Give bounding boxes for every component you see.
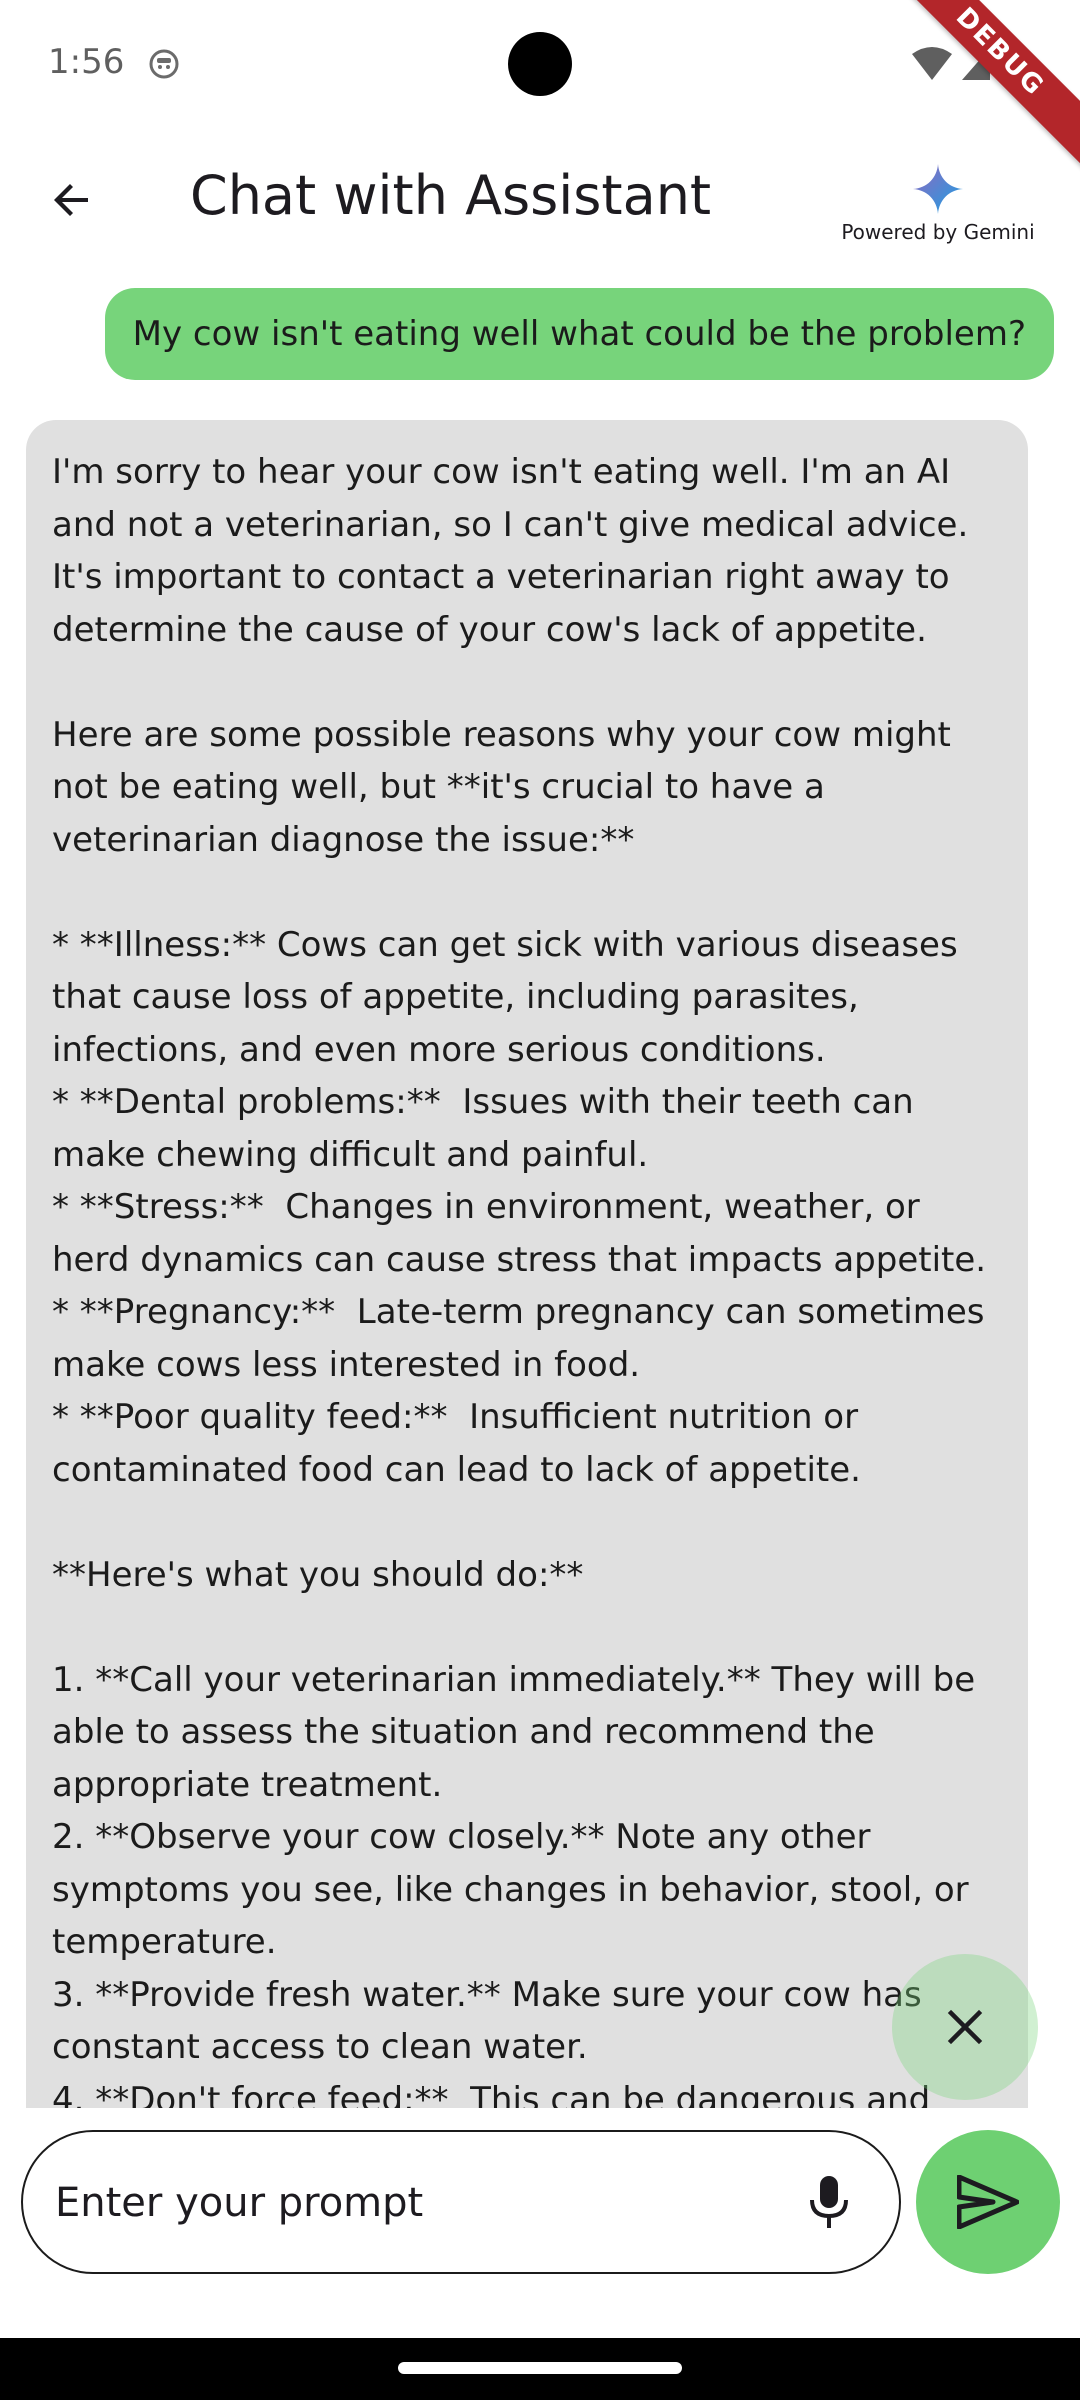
prompt-field[interactable]	[21, 2130, 901, 2274]
close-button[interactable]	[892, 1954, 1038, 2100]
mic-icon	[810, 2176, 848, 2228]
wifi-icon	[912, 47, 952, 80]
gemini-badge: Powered by Gemini	[838, 162, 1038, 244]
back-button[interactable]	[30, 170, 114, 230]
screen: 1:56 DEBUG Chat with Assistant Powered b…	[0, 0, 1080, 2400]
assistant-message-text: I'm sorry to hear your cow isn't eating …	[52, 452, 987, 2108]
send-button[interactable]	[916, 2130, 1060, 2274]
navigation-bar	[0, 2338, 1080, 2400]
gemini-sparkle-icon	[913, 164, 963, 214]
status-bar: 1:56	[0, 0, 1080, 130]
page-title: Chat with Assistant	[190, 164, 712, 227]
home-handle[interactable]	[398, 2362, 682, 2374]
camera-cutout	[508, 32, 572, 96]
app-bar: Chat with Assistant Powered by Gemini	[0, 140, 1080, 260]
send-icon	[957, 2175, 1019, 2229]
input-area	[0, 2108, 1080, 2338]
notification-icon	[148, 48, 180, 80]
status-time: 1:56	[48, 42, 125, 82]
powered-by-label: Powered by Gemini	[841, 220, 1035, 244]
close-icon	[947, 2009, 983, 2045]
user-message: My cow isn't eating well what could be t…	[104, 288, 1054, 380]
arrow-back-icon	[54, 184, 88, 216]
chat-area[interactable]: My cow isn't eating well what could be t…	[0, 270, 1080, 2108]
prompt-input[interactable]	[53, 2162, 797, 2244]
assistant-message: I'm sorry to hear your cow isn't eating …	[26, 420, 1028, 2108]
mic-button[interactable]	[799, 2172, 859, 2232]
